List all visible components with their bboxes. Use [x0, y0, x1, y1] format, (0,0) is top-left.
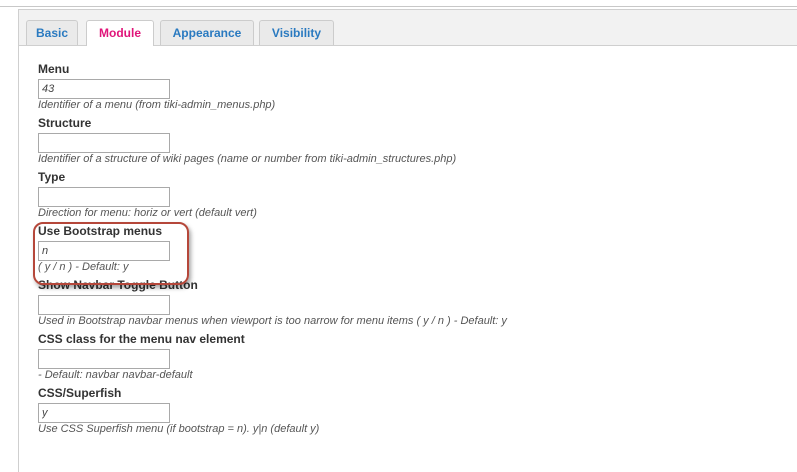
- use-bootstrap-menus-input[interactable]: [38, 241, 170, 261]
- structure-label: Structure: [38, 116, 92, 130]
- css-superfish-label: CSS/Superfish: [38, 386, 122, 400]
- module-settings-panel: Basic Module Appearance Visibility Menu …: [18, 9, 797, 472]
- settings-form: Menu Identifier of a menu (from tiki-adm…: [33, 59, 778, 437]
- tab-visibility[interactable]: Visibility: [259, 20, 334, 45]
- field-show-navbar-toggle: Show Navbar Toggle Button Used in Bootst…: [38, 275, 778, 329]
- field-type: Type Direction for menu: horiz or vert (…: [38, 167, 778, 221]
- field-css-class-nav: CSS class for the menu nav element - Def…: [38, 329, 778, 383]
- css-class-nav-label: CSS class for the menu nav element: [38, 332, 245, 346]
- type-input[interactable]: [38, 187, 170, 207]
- window-top-edge: [0, 0, 797, 7]
- menu-input[interactable]: [38, 79, 170, 99]
- tab-appearance[interactable]: Appearance: [160, 20, 254, 45]
- css-superfish-input[interactable]: [38, 403, 170, 423]
- use-bootstrap-menus-help: ( y / n ) - Default: y: [38, 261, 129, 273]
- structure-help: Identifier of a structure of wiki pages …: [38, 153, 457, 165]
- css-class-nav-help: - Default: navbar navbar-default: [38, 369, 193, 381]
- menu-help: Identifier of a menu (from tiki-admin_me…: [38, 99, 276, 111]
- menu-label: Menu: [38, 62, 70, 76]
- show-navbar-toggle-label: Show Navbar Toggle Button: [38, 278, 198, 292]
- field-menu: Menu Identifier of a menu (from tiki-adm…: [38, 59, 778, 113]
- type-help: Direction for menu: horiz or vert (defau…: [38, 207, 257, 219]
- structure-input[interactable]: [38, 133, 170, 153]
- field-use-bootstrap-menus: Use Bootstrap menus ( y / n ) - Default:…: [33, 221, 778, 285]
- css-class-nav-input[interactable]: [38, 349, 170, 369]
- tab-bar: Basic Module Appearance Visibility: [19, 10, 797, 46]
- field-structure: Structure Identifier of a structure of w…: [38, 113, 778, 167]
- type-label: Type: [38, 170, 66, 184]
- tab-basic[interactable]: Basic: [26, 20, 78, 45]
- show-navbar-toggle-help: Used in Bootstrap navbar menus when view…: [38, 315, 507, 327]
- css-superfish-help: Use CSS Superfish menu (if bootstrap = n…: [38, 423, 320, 435]
- use-bootstrap-menus-label: Use Bootstrap menus: [38, 224, 163, 238]
- field-css-superfish: CSS/Superfish Use CSS Superfish menu (if…: [38, 383, 778, 437]
- tab-module[interactable]: Module: [86, 20, 154, 46]
- show-navbar-toggle-input[interactable]: [38, 295, 170, 315]
